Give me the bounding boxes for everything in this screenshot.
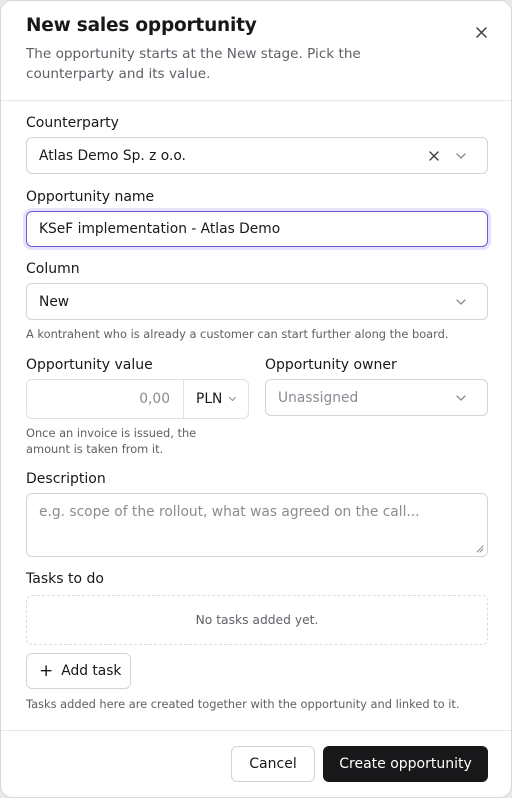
- cancel-button[interactable]: Cancel: [231, 746, 315, 782]
- column-help-text: A kontrahent who is already a customer c…: [26, 327, 449, 341]
- tasks-empty-state: No tasks added yet.: [26, 595, 488, 645]
- counterparty-label: Counterparty: [26, 115, 119, 131]
- chevron-down-icon: [456, 395, 466, 401]
- resize-handle-icon[interactable]: [476, 545, 484, 553]
- create-opportunity-button[interactable]: Create opportunity: [323, 746, 488, 782]
- opportunity-name-value: KSeF implementation - Atlas Demo: [39, 221, 281, 237]
- opportunity-name-label: Opportunity name: [26, 189, 155, 205]
- currency-value: PLN: [196, 391, 223, 407]
- counterparty-value: Atlas Demo Sp. z o.o.: [39, 147, 186, 164]
- chevron-down-icon: [456, 299, 466, 305]
- chevron-down-icon: [456, 153, 466, 159]
- clear-icon[interactable]: [429, 151, 439, 161]
- description-label: Description: [26, 471, 106, 487]
- add-task-button[interactable]: + Add task: [26, 653, 131, 689]
- add-task-label: Add task: [61, 663, 122, 679]
- dialog-title: New sales opportunity: [26, 15, 257, 36]
- dialog-header: New sales opportunity The opportunity st…: [1, 1, 511, 101]
- close-icon: [475, 26, 487, 38]
- tasks-help-text: Tasks added here are created together wi…: [26, 697, 460, 711]
- opportunity-owner-label: Opportunity owner: [265, 357, 397, 373]
- opportunity-value-label: Opportunity value: [26, 357, 153, 373]
- description-textarea[interactable]: e.g. scope of the rollout, what was agre…: [26, 493, 488, 557]
- chevron-down-icon: [229, 397, 236, 401]
- close-button[interactable]: [469, 21, 493, 43]
- counterparty-select[interactable]: Atlas Demo Sp. z o.o.: [26, 137, 488, 174]
- dialog-subtitle: The opportunity starts at the New stage.…: [26, 46, 361, 82]
- opportunity-value-input[interactable]: 0,00: [27, 380, 183, 418]
- tasks-empty-text: No tasks added yet.: [195, 613, 319, 627]
- new-opportunity-dialog: New sales opportunity The opportunity st…: [0, 0, 512, 798]
- opportunity-value-help-line1: Once an invoice is issued, the: [26, 426, 197, 440]
- plus-icon: +: [39, 660, 54, 681]
- column-label: Column: [26, 261, 80, 277]
- opportunity-value-help-line2: amount is taken from it.: [26, 442, 164, 456]
- currency-select[interactable]: PLN: [183, 380, 249, 418]
- tasks-label: Tasks to do: [26, 571, 104, 587]
- opportunity-owner-select[interactable]: Unassigned: [265, 379, 488, 416]
- opportunity-name-input[interactable]: KSeF implementation - Atlas Demo: [26, 211, 488, 247]
- description-placeholder: e.g. scope of the rollout, what was agre…: [39, 504, 420, 520]
- column-select[interactable]: New: [26, 283, 488, 320]
- column-value: New: [39, 293, 70, 310]
- opportunity-owner-value: Unassigned: [278, 389, 359, 406]
- opportunity-value-group: 0,00 PLN: [26, 379, 249, 419]
